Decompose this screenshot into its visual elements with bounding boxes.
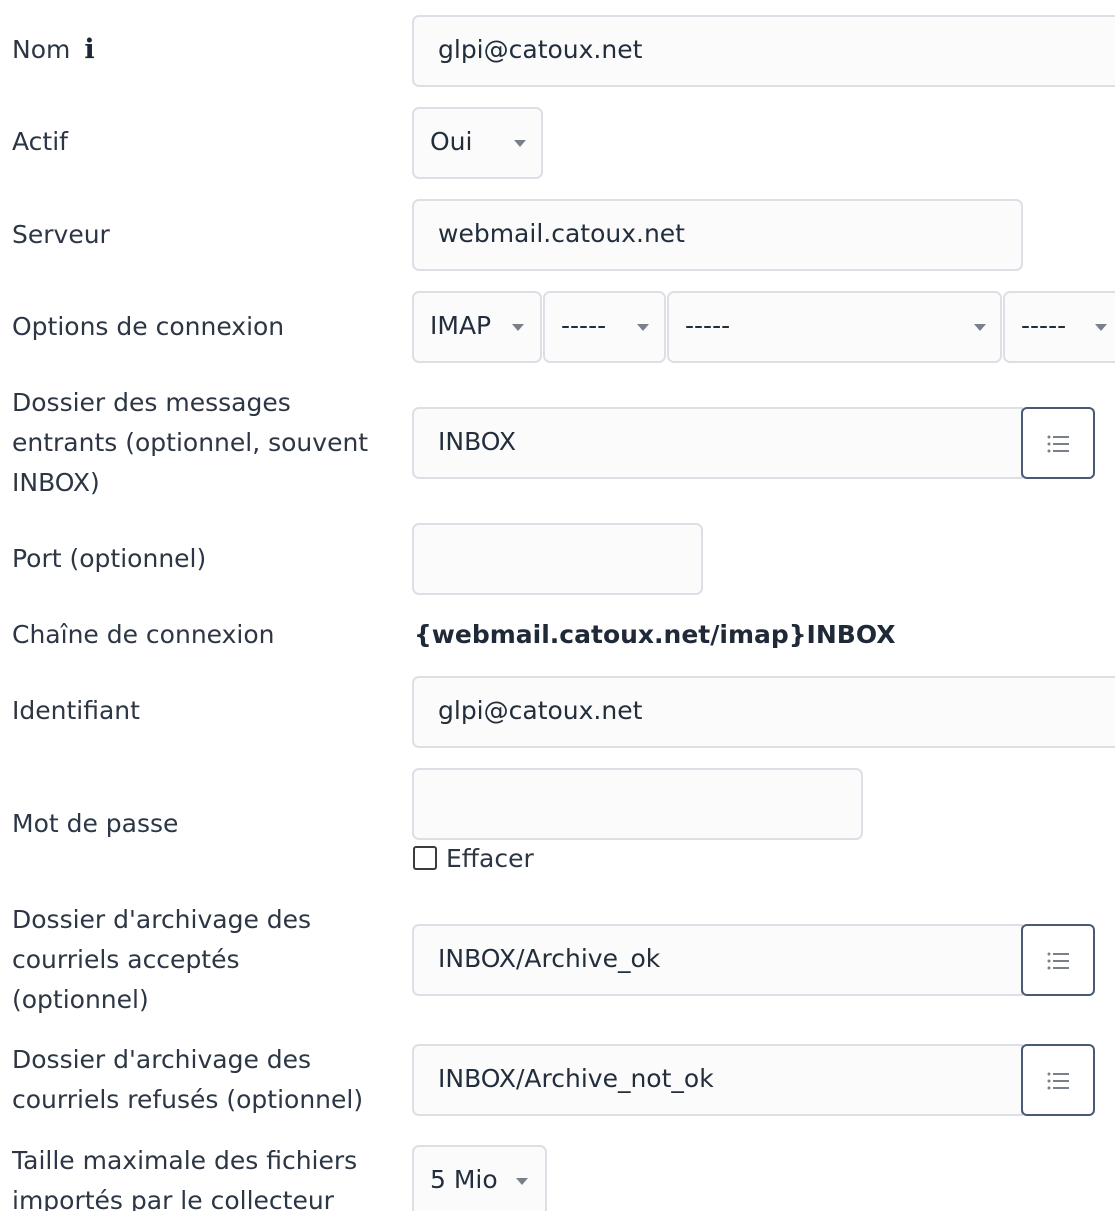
chaine-label: Chaîne de connexion: [12, 620, 275, 649]
identifiant-label: Identifiant: [12, 696, 140, 725]
nom-input[interactable]: glpi@catoux.net: [412, 15, 1115, 87]
options-label: Options de connexion: [12, 312, 285, 341]
archive-not-ok-input-value: INBOX/Archive_not_ok: [438, 1064, 714, 1093]
clear-password-label[interactable]: Effacer: [446, 844, 534, 874]
chevron-down-icon: [974, 324, 986, 331]
password-input[interactable]: [412, 768, 863, 840]
serveur-label: Serveur: [12, 220, 110, 249]
serveur-input[interactable]: webmail.catoux.net: [412, 199, 1023, 271]
dossier-entrants-input[interactable]: INBOX: [412, 407, 1023, 479]
list-icon: [1047, 952, 1069, 970]
archive-ok-input[interactable]: INBOX/Archive_ok: [412, 924, 1023, 996]
validate-cert-select[interactable]: -----: [667, 291, 1002, 363]
chevron-down-icon: [514, 140, 526, 147]
chevron-down-icon: [637, 324, 649, 331]
taille-max-select-value: 5 Mio: [430, 1165, 498, 1194]
archive-ok-browse-button[interactable]: [1021, 924, 1095, 996]
port-input[interactable]: [412, 523, 703, 595]
nom-label: Nom i: [12, 30, 95, 70]
security-select[interactable]: -----: [543, 291, 666, 363]
taille-max-select[interactable]: 5 Mio: [412, 1145, 547, 1211]
password-label: Mot de passe: [12, 809, 179, 838]
taille-max-label: Taille maximale des fichiers importés pa…: [12, 1146, 358, 1211]
serveur-input-value: webmail.catoux.net: [438, 219, 685, 248]
identifiant-input[interactable]: glpi@catoux.net: [412, 676, 1115, 748]
protocol-select[interactable]: IMAP: [412, 291, 542, 363]
archive-not-ok-input[interactable]: INBOX/Archive_not_ok: [412, 1044, 1023, 1116]
list-icon: [1047, 1072, 1069, 1090]
validate-cert-select-value: -----: [685, 311, 731, 340]
chevron-down-icon: [1095, 324, 1107, 331]
dossier-entrants-browse-button[interactable]: [1021, 407, 1095, 479]
actif-select-value: Oui: [430, 127, 473, 156]
archive-not-ok-label: Dossier d'archivage des courriels refusé…: [12, 1045, 364, 1114]
nom-input-value: glpi@catoux.net: [438, 35, 643, 64]
security-select-value: -----: [561, 311, 607, 340]
connection-string: {webmail.catoux.net/imap}INBOX: [414, 620, 896, 649]
tls-select[interactable]: -----: [1003, 291, 1115, 363]
clear-password-checkbox[interactable]: [413, 846, 437, 870]
chevron-down-icon: [516, 1178, 528, 1185]
tls-select-value: -----: [1021, 311, 1067, 340]
identifiant-input-value: glpi@catoux.net: [438, 696, 643, 725]
actif-label: Actif: [12, 127, 68, 156]
archive-ok-label: Dossier d'archivage des courriels accept…: [12, 905, 312, 1014]
archive-ok-input-value: INBOX/Archive_ok: [438, 944, 661, 973]
info-icon[interactable]: i: [84, 30, 94, 70]
dossier-entrants-input-value: INBOX: [438, 427, 516, 456]
port-label: Port (optionnel): [12, 544, 207, 573]
dossier-entrants-label: Dossier des messages entrants (optionnel…: [12, 388, 369, 497]
archive-not-ok-browse-button[interactable]: [1021, 1044, 1095, 1116]
list-icon: [1047, 435, 1069, 453]
chevron-down-icon: [512, 324, 524, 331]
actif-select[interactable]: Oui: [412, 107, 543, 179]
protocol-select-value: IMAP: [430, 311, 492, 340]
